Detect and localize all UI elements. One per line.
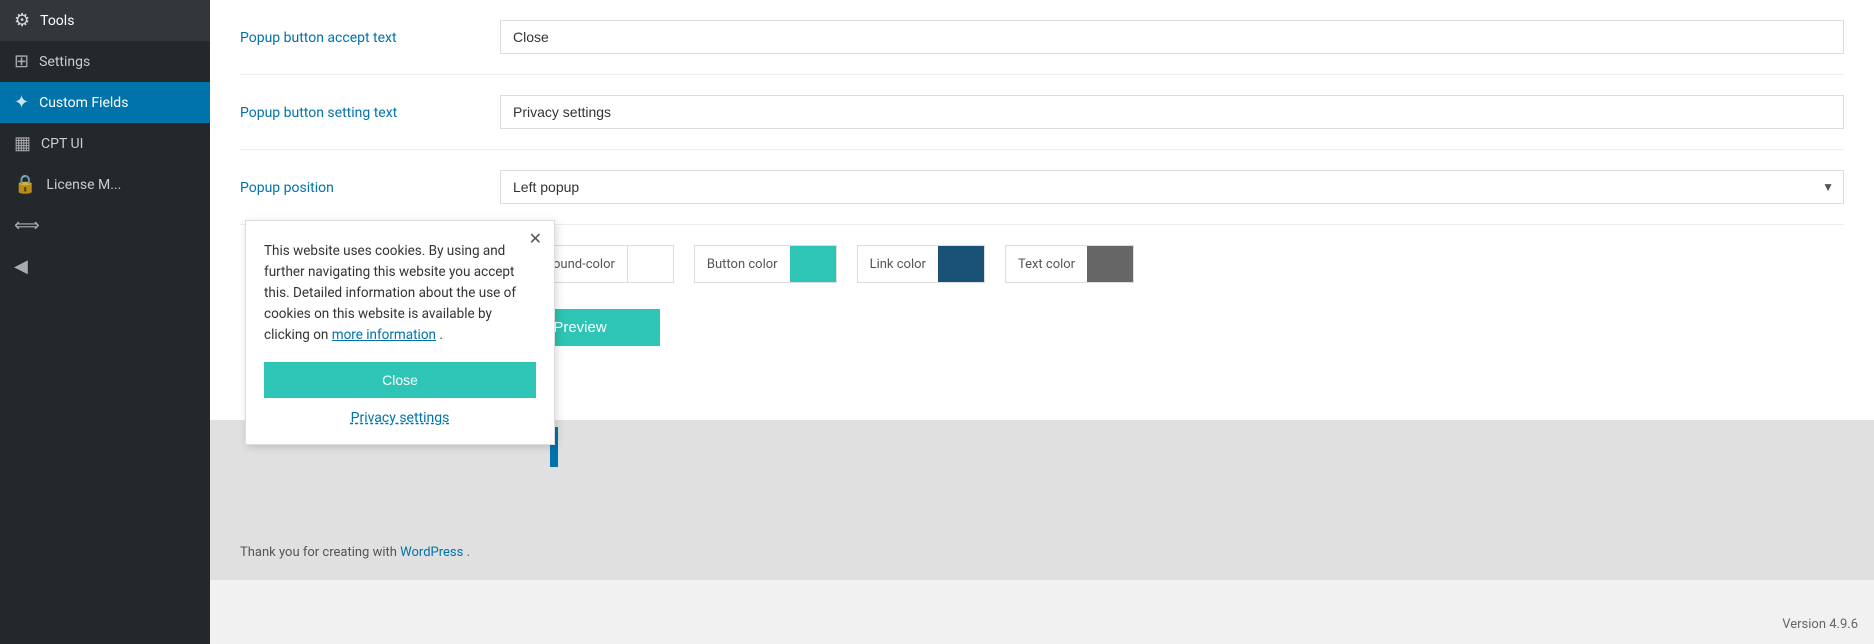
link-color-swatch[interactable]: [938, 246, 984, 282]
cookie-privacy-settings-link[interactable]: Privacy settings: [264, 410, 536, 426]
sidebar-label-tools: Tools: [40, 13, 74, 29]
cpt-ui-icon: ▦: [14, 133, 31, 154]
sidebar-item-settings[interactable]: ⊞ Settings: [0, 41, 210, 82]
footer-text: Thank you for creating with WordPress .: [240, 545, 470, 560]
translate-icon: ⟺: [14, 215, 40, 236]
sidebar-label-license: License M...: [46, 177, 121, 193]
setting-text-input-wrap: [500, 95, 1844, 129]
accept-text-label: Popup button accept text: [240, 20, 500, 46]
cookie-popup: ✕ This website uses cookies. By using an…: [245, 220, 555, 445]
license-icon: 🔒: [14, 174, 36, 195]
position-label: Popup position: [240, 170, 500, 196]
sidebar-item-cpt-ui[interactable]: ▦ CPT UI: [0, 123, 210, 164]
sidebar-label-cpt-ui: CPT UI: [41, 136, 83, 152]
color-item-button: Button color: [694, 245, 837, 283]
sidebar: ⚙ Tools ⊞ Settings ✦ Custom Fields ▦ CPT…: [0, 0, 210, 644]
back-icon: ◀: [14, 256, 28, 277]
form-row-setting-text: Popup button setting text: [240, 95, 1844, 150]
color-item-link: Link color: [857, 245, 985, 283]
cookie-popup-close-x-button[interactable]: ✕: [529, 229, 542, 249]
color-row: Background-color Button color Link color…: [500, 245, 1844, 283]
text-color-swatch[interactable]: [1087, 246, 1133, 282]
more-information-link[interactable]: more information: [332, 327, 436, 343]
cookie-close-button[interactable]: Close: [264, 362, 536, 398]
wordpress-link[interactable]: WordPress: [400, 545, 463, 560]
form-row-position: Popup position Left popup Right popup Ce…: [240, 170, 1844, 225]
accept-text-input[interactable]: [500, 20, 1844, 54]
button-color-label: Button color: [695, 251, 790, 278]
position-select-wrap: Left popup Right popup Center popup Top …: [500, 170, 1844, 204]
main-content: Popup button accept text Popup button se…: [210, 0, 1874, 644]
button-color-swatch[interactable]: [790, 246, 836, 282]
sidebar-item-back[interactable]: ◀: [0, 246, 210, 287]
version-label: Version 4.9.6: [1782, 617, 1858, 632]
sidebar-item-custom-fields[interactable]: ✦ Custom Fields: [0, 82, 210, 123]
accept-text-input-wrap: [500, 20, 1844, 54]
setting-text-input[interactable]: [500, 95, 1844, 129]
sidebar-label-custom-fields: Custom Fields: [39, 95, 128, 111]
link-color-label: Link color: [858, 251, 938, 278]
settings-icon: ⊞: [14, 51, 29, 72]
sidebar-item-translate[interactable]: ⟺: [0, 205, 210, 246]
sidebar-item-license[interactable]: 🔒 License M...: [0, 164, 210, 205]
text-color-label: Text color: [1006, 251, 1087, 278]
form-row-accept-text: Popup button accept text: [240, 20, 1844, 75]
position-select[interactable]: Left popup Right popup Center popup Top …: [500, 170, 1844, 204]
setting-text-label: Popup button setting text: [240, 95, 500, 121]
custom-fields-icon: ✦: [14, 92, 29, 113]
sidebar-item-tools[interactable]: ⚙ Tools: [0, 0, 210, 41]
tools-icon: ⚙: [14, 10, 30, 31]
color-item-text: Text color: [1005, 245, 1134, 283]
sidebar-label-settings: Settings: [39, 54, 90, 70]
cookie-body-text: This website uses cookies. By using and …: [264, 241, 536, 346]
background-color-swatch[interactable]: [627, 246, 673, 282]
